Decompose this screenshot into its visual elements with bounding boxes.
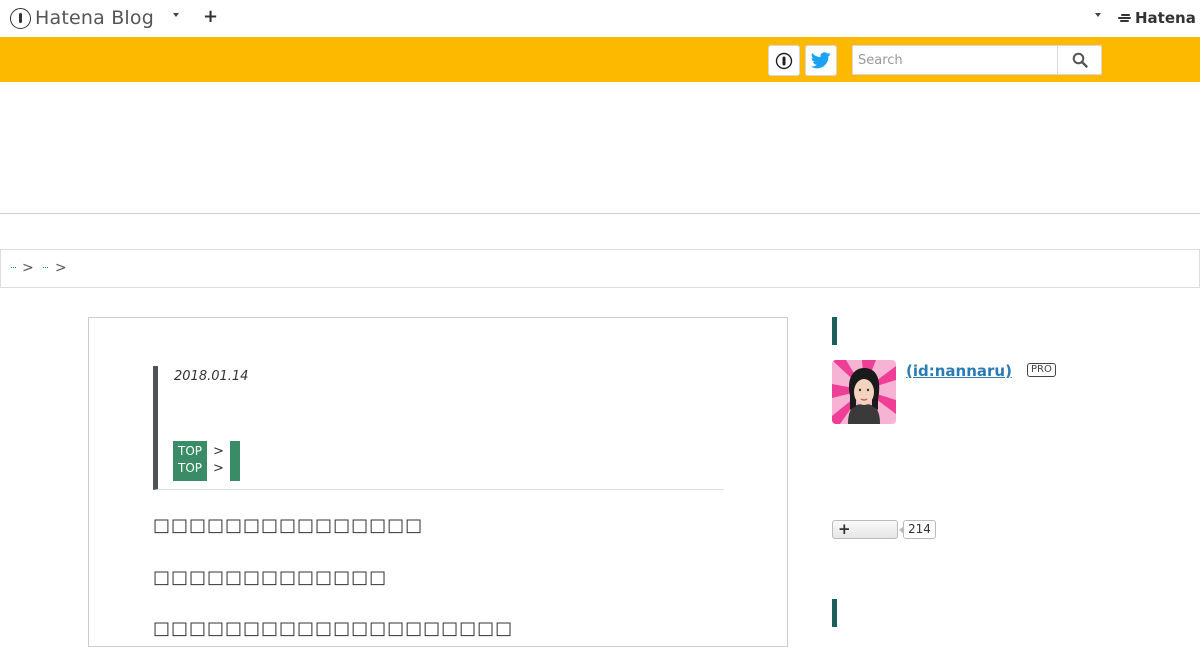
plus-icon[interactable]: + xyxy=(203,6,218,28)
breadcrumb-link-home[interactable] xyxy=(11,267,16,268)
sidebar-section-marker xyxy=(832,317,837,345)
search-icon xyxy=(1072,52,1088,68)
entry-categories: TOP TOP > > xyxy=(173,441,240,481)
breadcrumb-separator: > xyxy=(22,260,34,276)
search-input[interactable] xyxy=(853,46,1057,74)
category-label-1: TOP xyxy=(178,444,203,458)
entry-header: 2018.01.14 TOP TOP > > xyxy=(153,366,724,490)
hatena-blog-icon xyxy=(775,52,793,69)
entry-article: 2018.01.14 TOP TOP > > □□□□□□□□□□□□□□□ □… xyxy=(88,317,788,647)
category-label-2: TOP xyxy=(178,461,203,475)
global-header: Hatena Blog + Hatena xyxy=(0,0,1200,37)
breadcrumb-link-category[interactable] xyxy=(43,267,48,268)
hatena-blog-logo[interactable]: Hatena Blog xyxy=(10,7,154,29)
entry-paragraph: □□□□□□□□□□□□□□□□□□□□ xyxy=(153,618,514,639)
category-separators: > > xyxy=(213,441,224,477)
category-badge-empty[interactable] xyxy=(229,441,240,481)
menu-caret-icon[interactable] xyxy=(173,13,179,17)
breadcrumb: > > xyxy=(0,249,1200,288)
brand-text: Hatena Blog xyxy=(35,7,154,29)
category-separator: > xyxy=(213,444,224,459)
search-box xyxy=(852,45,1102,75)
sidebar-section-marker xyxy=(832,599,837,627)
avatar[interactable] xyxy=(832,360,896,424)
entry-date[interactable]: 2018.01.14 xyxy=(174,369,248,384)
breadcrumb-separator: > xyxy=(55,260,67,276)
account-caret-icon[interactable] xyxy=(1095,13,1101,17)
twitter-button[interactable] xyxy=(805,45,837,76)
avatar-illustration xyxy=(832,360,896,424)
subscribe-button[interactable]: + xyxy=(832,520,898,539)
hatena-logo-text: Hatena xyxy=(1135,9,1196,27)
header-divider xyxy=(0,213,1200,214)
subscriber-count: 214 xyxy=(899,520,936,539)
hatena-lines-icon xyxy=(1118,13,1132,23)
entry-paragraph: □□□□□□□□□□□□□□□ xyxy=(153,515,424,536)
twitter-icon xyxy=(811,52,831,69)
profile-id-link[interactable]: (id:nannaru) xyxy=(906,362,1012,380)
hatena-blog-share-button[interactable] xyxy=(768,45,800,76)
category-separator: > xyxy=(213,461,224,476)
hatena-blog-mark-icon xyxy=(10,7,31,29)
category-badge[interactable]: TOP TOP xyxy=(173,441,208,481)
hatena-logo[interactable]: Hatena xyxy=(1118,9,1196,27)
search-button[interactable] xyxy=(1057,46,1101,74)
entry-paragraph: □□□□□□□□□□□□□ xyxy=(153,567,388,588)
pro-badge: PRO xyxy=(1027,363,1056,377)
plus-icon: + xyxy=(838,520,851,538)
